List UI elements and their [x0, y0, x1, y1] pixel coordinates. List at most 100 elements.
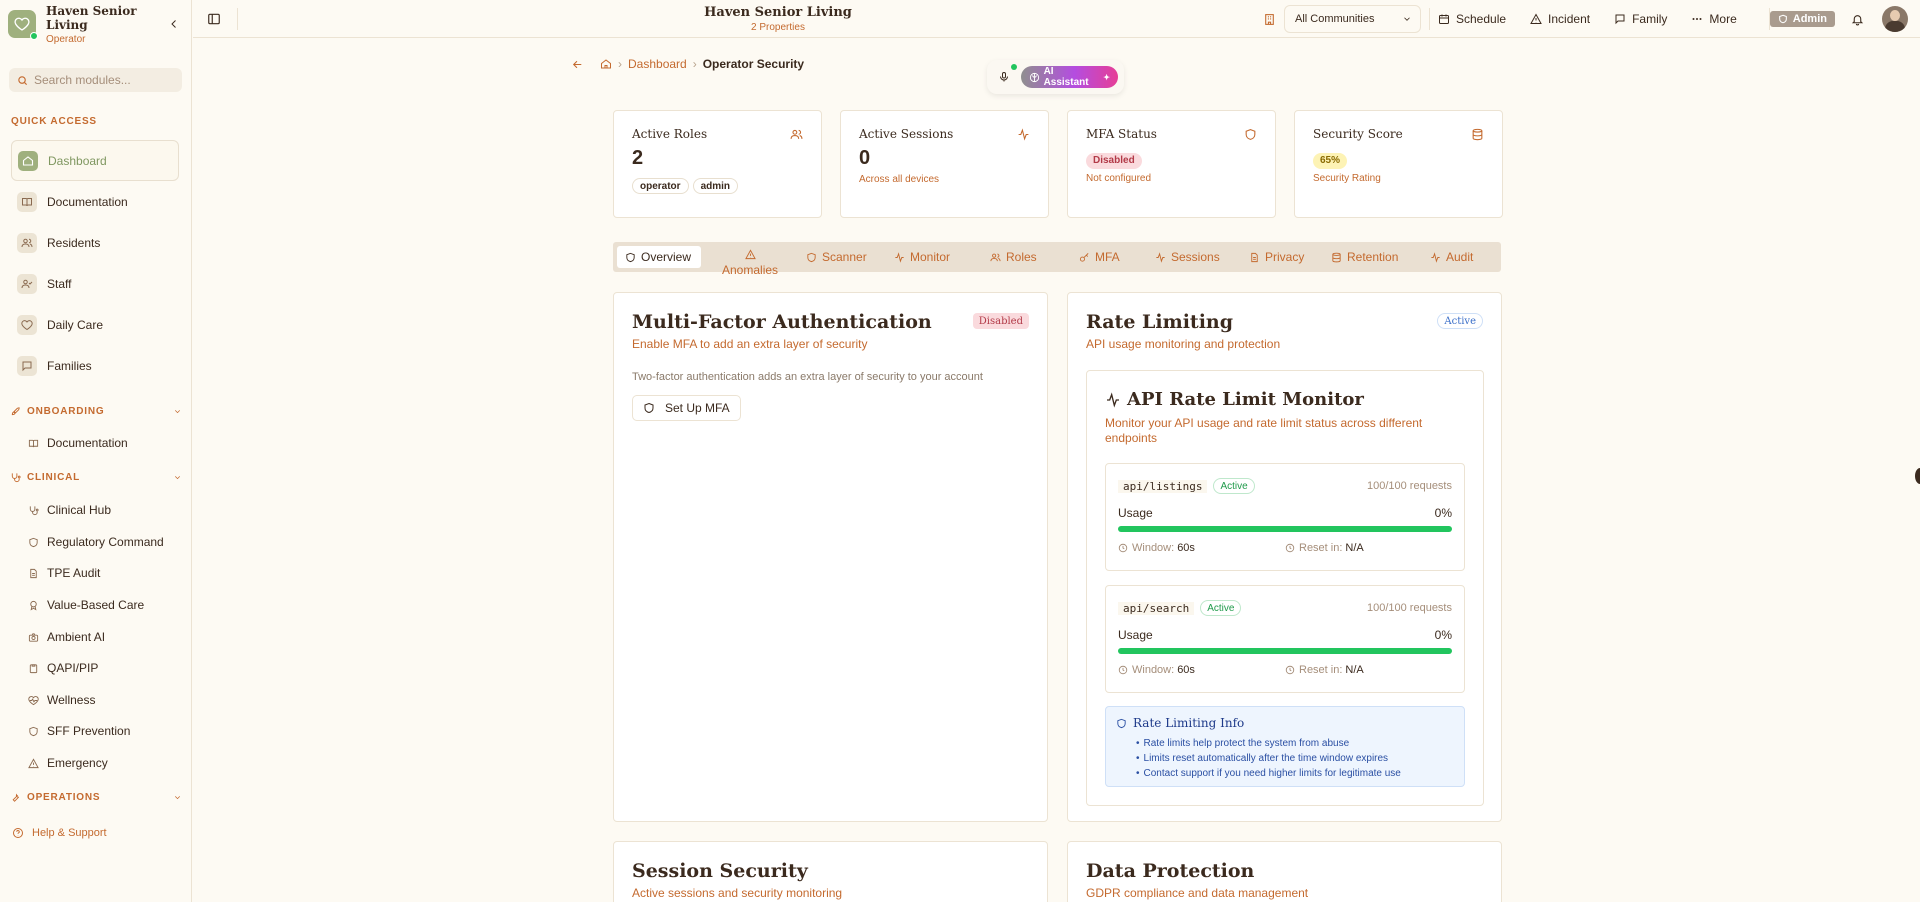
- tab-label: Monitor: [910, 250, 951, 264]
- window-value: 60s: [1177, 542, 1195, 554]
- shield-icon: [806, 252, 817, 263]
- sidebar-item-onboarding-documentation[interactable]: Documentation: [28, 433, 128, 453]
- sidebar-item-daily-care[interactable]: Daily Care: [11, 304, 179, 345]
- more-button[interactable]: More: [1691, 12, 1737, 26]
- panel-subtitle: GDPR compliance and data management: [1086, 886, 1309, 900]
- quick-access-label: QUICK ACCESS: [11, 116, 97, 127]
- ai-assistant-bar: AI Assistant ✦: [987, 60, 1124, 94]
- sidebar-item-qapi-pip[interactable]: QAPI/PIP: [28, 658, 98, 678]
- sidebar-item-documentation[interactable]: Documentation: [11, 181, 179, 222]
- chevron-left-icon[interactable]: [165, 15, 183, 33]
- floating-handle[interactable]: [1915, 468, 1920, 484]
- incident-button[interactable]: Incident: [1530, 12, 1590, 26]
- arrow-left-icon[interactable]: [571, 58, 584, 71]
- help-label: Help & Support: [32, 827, 107, 839]
- key-icon: [1079, 252, 1090, 263]
- stat-card-active-roles: Active Roles 2 operator admin: [613, 110, 822, 218]
- sidebar-item-wellness[interactable]: Wellness: [28, 690, 95, 710]
- group-onboarding[interactable]: ONBOARDING: [0, 403, 192, 419]
- window-info: Window: 60s: [1118, 542, 1285, 554]
- sidebar-item-label: QAPI/PIP: [47, 661, 99, 675]
- tab-scanner[interactable]: Scanner: [806, 246, 867, 268]
- request-count: 100/100 requests: [1366, 602, 1452, 614]
- message-icon: [17, 355, 37, 376]
- usage-progress-bar: [1118, 526, 1452, 532]
- community-select[interactable]: All Communities: [1284, 5, 1421, 33]
- tab-audit[interactable]: Audit: [1430, 246, 1473, 268]
- setup-mfa-button[interactable]: Set Up MFA: [632, 395, 741, 421]
- sidebar-item-value-based-care[interactable]: Value-Based Care: [28, 595, 144, 615]
- file-icon: [1249, 252, 1260, 263]
- sidebar-item-regulatory-command[interactable]: Regulatory Command: [28, 532, 164, 552]
- panel-title: Multi-Factor Authentication: [632, 311, 932, 333]
- search-input[interactable]: [34, 73, 174, 87]
- help-circle-icon: [12, 827, 24, 839]
- tab-label: Sessions: [1171, 250, 1220, 264]
- usage-label: Usage: [1118, 506, 1153, 520]
- breadcrumb-separator: ›: [692, 57, 697, 71]
- chevron-down-icon: [1402, 14, 1412, 24]
- group-label: ONBOARDING: [27, 405, 105, 417]
- tab-privacy[interactable]: Privacy: [1249, 246, 1304, 268]
- sidebar-item-families[interactable]: Families: [11, 345, 179, 386]
- sidebar-item-ambient-ai[interactable]: Ambient AI: [28, 627, 105, 647]
- info-item: Rate limits help protect the system from…: [1136, 736, 1454, 751]
- status-badge: Active: [1437, 313, 1483, 329]
- ai-assistant-button[interactable]: AI Assistant ✦: [1020, 66, 1118, 88]
- breadcrumb-dashboard[interactable]: Dashboard: [628, 57, 687, 71]
- mic-icon: [998, 71, 1010, 83]
- brand-role: Operator: [46, 33, 86, 45]
- endpoint-path: api/search: [1118, 601, 1195, 615]
- avatar[interactable]: [1882, 6, 1908, 32]
- panel-subtitle: Active sessions and security monitoring: [632, 886, 843, 900]
- quick-access-list: Dashboard Documentation Residents Staff …: [11, 140, 179, 386]
- stat-value: 0: [859, 147, 871, 169]
- schedule-button[interactable]: Schedule: [1438, 12, 1506, 26]
- sidebar-item-residents[interactable]: Residents: [11, 222, 179, 263]
- tab-mfa[interactable]: MFA: [1079, 246, 1120, 268]
- family-button[interactable]: Family: [1614, 12, 1667, 26]
- window-label: Window:: [1132, 542, 1175, 554]
- stat-title: Security Score: [1313, 127, 1403, 141]
- clock-icon: [1285, 665, 1295, 675]
- reset-label: Reset in:: [1299, 542, 1343, 554]
- ai-assistant-label: AI Assistant: [1043, 66, 1089, 88]
- info-title: Rate Limiting Info: [1133, 716, 1245, 730]
- mic-button[interactable]: [993, 64, 1017, 88]
- tab-roles[interactable]: Roles: [990, 246, 1037, 268]
- sidebar-item-sff-prevention[interactable]: SFF Prevention: [28, 721, 130, 741]
- clipboard-icon: [28, 663, 39, 674]
- tab-overview[interactable]: Overview: [617, 246, 702, 268]
- building-icon: [1263, 13, 1276, 26]
- sidebar-item-label: Wellness: [47, 693, 96, 707]
- wrench-icon: [10, 792, 21, 803]
- users-icon: [990, 252, 1001, 263]
- group-operations[interactable]: OPERATIONS: [0, 789, 192, 805]
- tab-anomalies[interactable]: Anomalies: [722, 249, 778, 277]
- stat-title: Active Sessions: [859, 127, 954, 141]
- admin-badge[interactable]: Admin: [1769, 11, 1835, 27]
- tab-sessions[interactable]: Sessions: [1155, 246, 1220, 268]
- sidebar-item-staff[interactable]: Staff: [11, 263, 179, 304]
- stat-note: Across all devices: [859, 174, 940, 185]
- sidebar-item-emergency[interactable]: Emergency: [28, 753, 108, 773]
- group-clinical[interactable]: CLINICAL: [0, 469, 192, 485]
- sidebar-item-clinical-hub[interactable]: Clinical Hub: [28, 500, 111, 520]
- tab-retention[interactable]: Retention: [1331, 246, 1398, 268]
- more-label: More: [1709, 12, 1737, 26]
- help-support-link[interactable]: Help & Support: [12, 827, 107, 839]
- tab-monitor[interactable]: Monitor: [894, 246, 950, 268]
- clock-icon: [1118, 665, 1128, 675]
- bell-icon[interactable]: [1851, 13, 1864, 26]
- file-icon: [28, 568, 39, 579]
- live-indicator: [1010, 64, 1017, 70]
- sidebar-item-tpe-audit[interactable]: TPE Audit: [28, 563, 100, 583]
- window-info: Window: 60s: [1118, 664, 1285, 676]
- more-horizontal-icon: [1691, 13, 1703, 25]
- brand-logo[interactable]: [8, 10, 38, 40]
- sidebar-item-dashboard[interactable]: Dashboard: [11, 140, 179, 181]
- top-bar: Haven Senior Living 2 Properties All Com…: [193, 0, 1920, 38]
- home-icon[interactable]: [600, 58, 612, 70]
- sidebar-toggle-icon[interactable]: [205, 10, 223, 28]
- schedule-label: Schedule: [1456, 12, 1507, 26]
